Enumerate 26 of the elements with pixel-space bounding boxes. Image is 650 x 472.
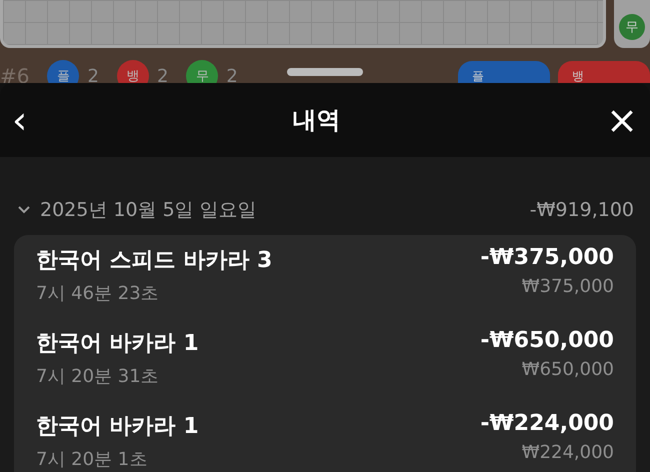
close-button[interactable]: ×: [602, 101, 642, 139]
tally-badge: 무: [186, 60, 218, 83]
game-name[interactable]: 한국어 바카라 1: [36, 411, 199, 441]
tally-count: 2: [87, 66, 99, 83]
group-date: 2025년 10월 5일 일요일: [40, 198, 257, 223]
tally-badge: 플: [47, 60, 80, 83]
tally-badge: 뱅: [116, 60, 149, 83]
bet-button[interactable]: 플: [458, 61, 550, 83]
tie-badge: 무: [619, 14, 645, 40]
game-name[interactable]: 한국어 바카라 1: [36, 328, 199, 358]
bet-button[interactable]: 뱅: [558, 61, 650, 83]
bet-time: 7시 46분 23초: [36, 282, 160, 305]
bet-time: 7시 20분 31초: [36, 365, 160, 388]
sheet-title: 내역: [292, 105, 341, 136]
back-button[interactable]: ‹: [8, 101, 32, 139]
bet-result: -₩375,000: [480, 245, 614, 270]
game-name[interactable]: 한국어 스피드 바카라 3: [36, 245, 272, 275]
bet-stake: ₩650,000: [522, 359, 614, 380]
bet-stake: ₩375,000: [522, 276, 614, 297]
bet-result: -₩650,000: [480, 328, 614, 353]
tally-count: 2: [226, 66, 238, 83]
tally-count: 2: [156, 66, 168, 83]
bet-time: 7시 20분 1초: [36, 448, 148, 471]
bet-stake: ₩224,000: [522, 442, 614, 463]
group-total: -₩919,100: [530, 199, 634, 221]
bet-result: -₩224,000: [480, 411, 614, 436]
